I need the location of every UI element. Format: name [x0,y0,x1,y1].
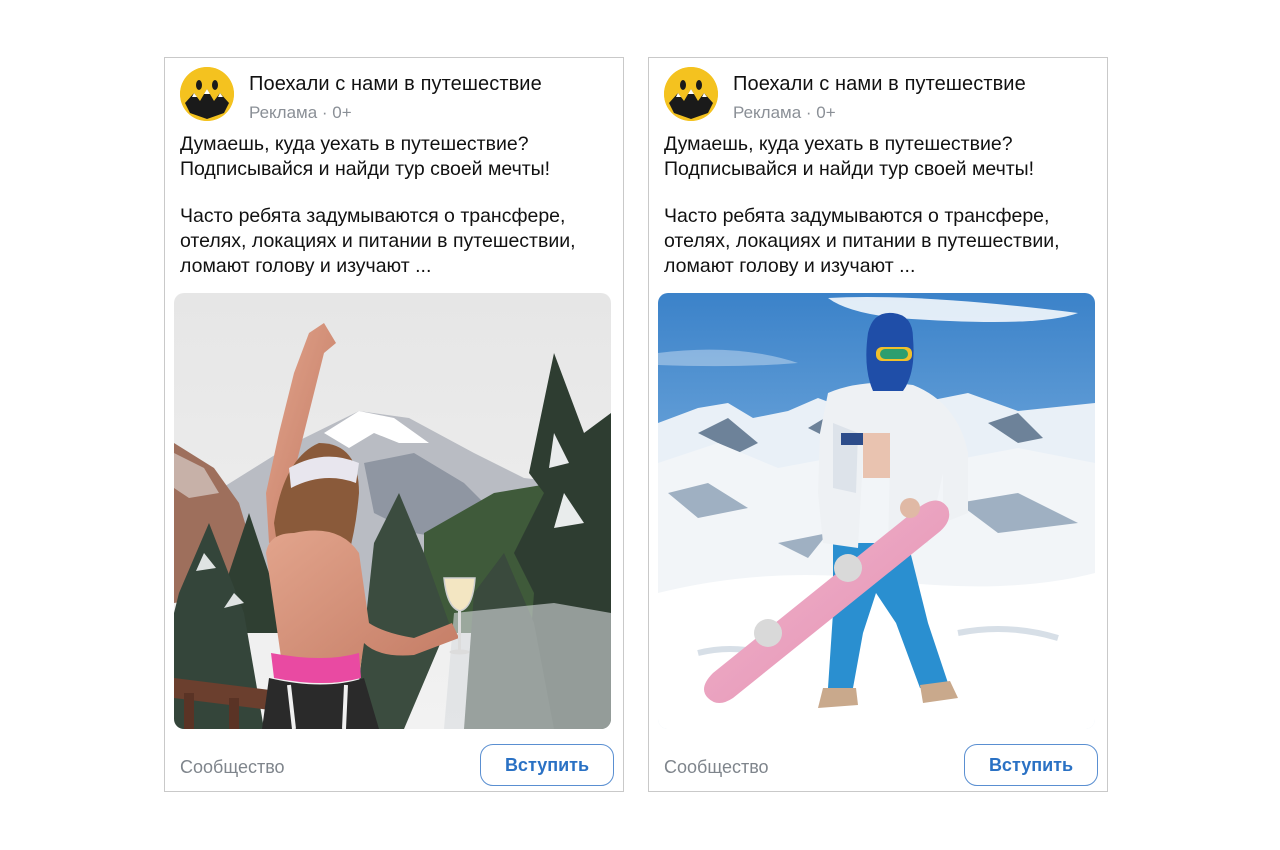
ad-photo[interactable] [174,293,611,729]
ad-text: Думаешь, куда уехать в путешествие? Подп… [664,132,1097,279]
woman-with-wine-glass-mountain-view-photo [174,293,611,729]
ad-text-paragraph: Думаешь, куда уехать в путешествие? Подп… [180,133,551,180]
footer-label: Сообщество [180,757,285,777]
join-button[interactable]: Вступить [480,744,614,786]
community-name[interactable]: Поехали с нами в путешествие [733,73,1026,96]
community-avatar[interactable] [664,67,718,121]
ad-header: Поехали с нами в путешествие Реклама · 0… [180,67,613,123]
community-avatar[interactable] [180,67,234,121]
ad-text-paragraph[interactable]: Часто ребята задумываются о трансфере, о… [664,204,1097,279]
ad-card-2: Поехали с нами в путешествие Реклама · 0… [648,57,1108,792]
smiley-mountain-logo-icon [180,67,234,121]
ad-label: Реклама · 0+ [733,103,836,122]
community-name[interactable]: Поехали с нами в путешествие [249,73,542,96]
footer-label: Сообщество [664,757,769,777]
ad-label: Реклама · 0+ [249,103,352,122]
ad-text-paragraph: Думаешь, куда уехать в путешествие? Подп… [664,133,1035,180]
ad-header: Поехали с нами в путешествие Реклама · 0… [664,67,1097,123]
ad-text: Думаешь, куда уехать в путешествие? Подп… [180,132,613,279]
join-button[interactable]: Вступить [964,744,1098,786]
ad-card-1: Поехали с нами в путешествие Реклама · 0… [164,57,624,792]
ad-text-paragraph[interactable]: Часто ребята задумываются о трансфере, о… [180,204,613,279]
ad-photo[interactable] [658,293,1095,729]
snowboarder-in-blue-balaclava-photo [658,293,1095,729]
smiley-mountain-logo-icon [664,67,718,121]
